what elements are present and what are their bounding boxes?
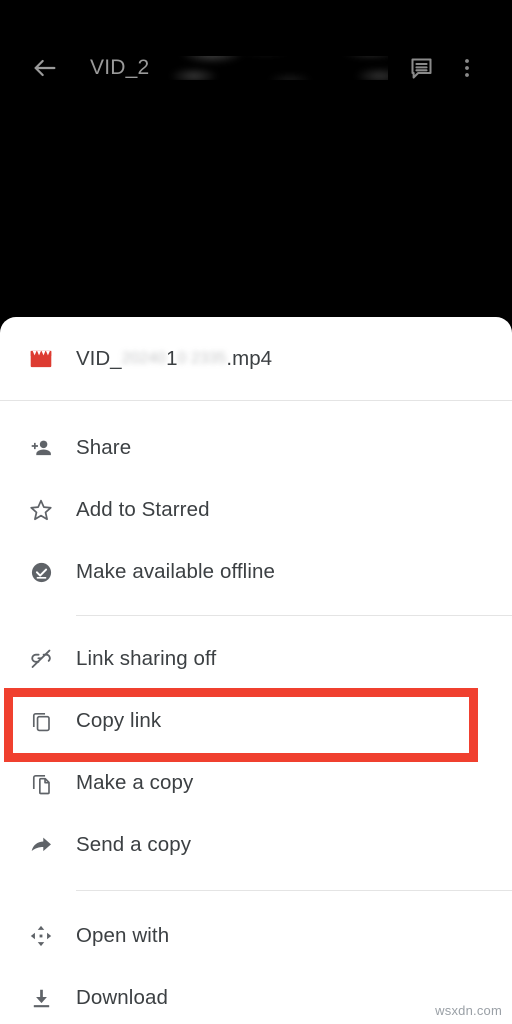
person-add-icon bbox=[26, 433, 56, 463]
arrow-back-icon bbox=[34, 59, 56, 77]
copy-link-icon bbox=[26, 706, 56, 736]
file-name-redacted-part-1: 20240 bbox=[121, 349, 167, 367]
menu-item-copy-link[interactable]: Copy link bbox=[0, 690, 512, 752]
spacer-group-2-bottom bbox=[0, 876, 512, 890]
file-options-bottom-sheet: VID_ 20240 1 0 2335 .mp4 Share Add to Starre bbox=[0, 317, 512, 1024]
menu-item-add-to-starred[interactable]: Add to Starred bbox=[0, 479, 512, 541]
top-app-bar-title-text: VID_2 bbox=[90, 56, 150, 79]
comment-button[interactable] bbox=[398, 45, 444, 91]
watermark: wsxdn.com bbox=[435, 1003, 502, 1018]
file-header-row: VID_ 20240 1 0 2335 .mp4 bbox=[0, 317, 512, 400]
offline-pin-icon bbox=[26, 557, 56, 587]
menu-item-share[interactable]: Share bbox=[0, 417, 512, 479]
file-name: VID_ 20240 1 0 2335 .mp4 bbox=[76, 344, 512, 374]
menu-item-label: Make available offline bbox=[76, 560, 275, 583]
menu-item-label: Share bbox=[76, 436, 132, 459]
file-name-middle: 1 bbox=[166, 346, 178, 370]
top-app-bar-title: VID_2 bbox=[90, 56, 388, 80]
comment-icon bbox=[410, 57, 432, 79]
download-icon bbox=[26, 983, 56, 1013]
file-name-extension: .mp4 bbox=[226, 346, 272, 370]
send-arrow-icon bbox=[26, 830, 56, 860]
file-copy-icon bbox=[26, 768, 56, 798]
overflow-menu-button[interactable] bbox=[444, 45, 490, 91]
top-app-bar: VID_2 bbox=[0, 0, 512, 136]
menu-item-label: Send a copy bbox=[76, 833, 192, 856]
back-button[interactable] bbox=[22, 45, 68, 91]
menu-item-label: Add to Starred bbox=[76, 498, 210, 521]
menu-item-open-with[interactable]: Open with bbox=[0, 905, 512, 967]
video-clapperboard-icon bbox=[26, 344, 56, 374]
menu-item-label: Copy link bbox=[76, 709, 162, 732]
menu-item-link-sharing-off[interactable]: Link sharing off bbox=[0, 628, 512, 690]
menu-item-send-a-copy[interactable]: Send a copy bbox=[0, 814, 512, 876]
spacer-top bbox=[0, 401, 512, 417]
link-off-icon bbox=[26, 644, 56, 674]
open-with-icon bbox=[26, 921, 56, 951]
top-app-bar-title-redacted bbox=[149, 56, 363, 79]
spacer-group-2-top bbox=[0, 616, 512, 628]
spacer-group-1-bottom bbox=[0, 603, 512, 615]
file-name-redacted-part-2: 0 2335 bbox=[177, 349, 227, 367]
menu-group-primary: Share Add to Starred Make available offl… bbox=[0, 417, 512, 603]
more-vert-icon bbox=[465, 59, 469, 77]
menu-group-sharing: Link sharing off Copy link Make a copy S… bbox=[0, 628, 512, 876]
video-clapperboard-icon-glyph bbox=[30, 350, 52, 367]
menu-item-make-available-offline[interactable]: Make available offline bbox=[0, 541, 512, 603]
menu-item-label: Download bbox=[76, 986, 168, 1009]
menu-item-make-a-copy[interactable]: Make a copy bbox=[0, 752, 512, 814]
file-name-prefix: VID_ bbox=[76, 346, 122, 370]
star-outline-icon bbox=[26, 495, 56, 525]
menu-item-label: Make a copy bbox=[76, 771, 194, 794]
menu-item-label: Open with bbox=[76, 924, 170, 947]
menu-item-label: Link sharing off bbox=[76, 647, 217, 670]
spacer-group-3-top bbox=[0, 891, 512, 905]
